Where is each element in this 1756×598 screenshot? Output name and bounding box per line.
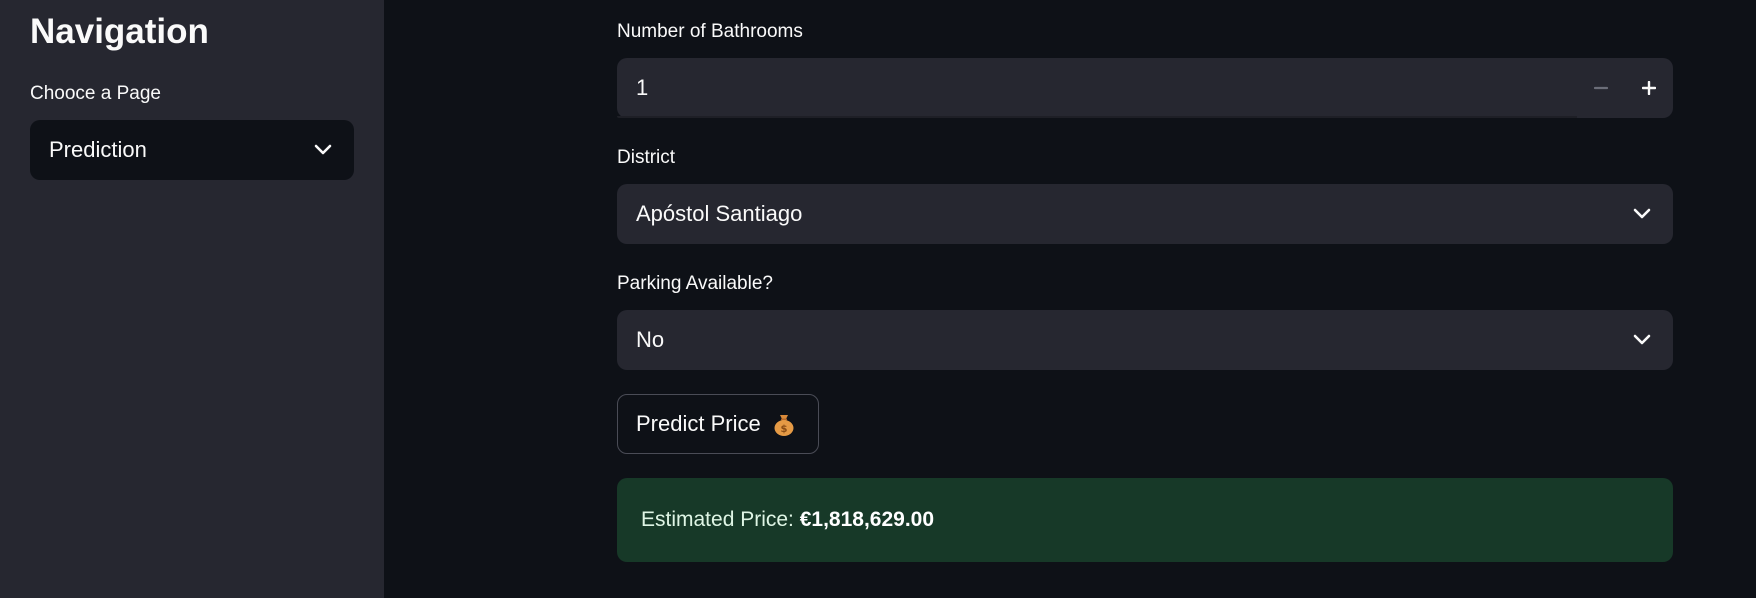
bathrooms-label: Number of Bathrooms [617, 21, 803, 42]
district-select[interactable]: Apóstol Santiago [617, 184, 1673, 244]
predict-price-button[interactable]: Predict Price $ [617, 394, 819, 454]
district-value: Apóstol Santiago [636, 201, 803, 226]
increment-button[interactable] [1625, 58, 1673, 118]
parking-select[interactable]: No [617, 310, 1673, 370]
estimated-price-amount: €1,818,629.00 [799, 508, 935, 531]
parking-value: No [636, 327, 665, 352]
sidebar-title: Navigation [30, 12, 209, 51]
district-label: District [617, 147, 676, 168]
page-select-value: Prediction [49, 137, 147, 162]
estimated-price-text: Estimated Price: €1,818,629.00 [641, 478, 934, 562]
chevron-down-icon [1633, 208, 1651, 219]
estimated-price-alert: Estimated Price: €1,818,629.00 [617, 478, 1673, 562]
estimated-price-prefix: Estimated Price: [641, 508, 800, 531]
page-select-label: Chooce a Page [30, 83, 161, 104]
predict-price-label: Predict Price [636, 411, 761, 436]
input-underline [617, 116, 1577, 118]
decrement-button[interactable] [1577, 58, 1625, 118]
plus-icon [1642, 81, 1656, 95]
bathrooms-value: 1 [636, 75, 649, 100]
app: Navigation Chooce a Page Prediction Numb… [0, 0, 1756, 598]
chevron-down-icon [1633, 334, 1651, 345]
minus-icon [1594, 86, 1608, 90]
money-bag-icon: $ [774, 415, 794, 436]
svg-text:$: $ [780, 424, 787, 435]
chevron-down-icon [314, 144, 332, 155]
bathrooms-number-input[interactable]: 1 [617, 58, 1673, 118]
parking-label: Parking Available? [617, 273, 773, 294]
main-content: Number of Bathrooms 1 District Apóstol S… [617, 0, 1673, 598]
sidebar: Navigation Chooce a Page Prediction [0, 0, 384, 598]
page-select[interactable]: Prediction [30, 120, 354, 180]
